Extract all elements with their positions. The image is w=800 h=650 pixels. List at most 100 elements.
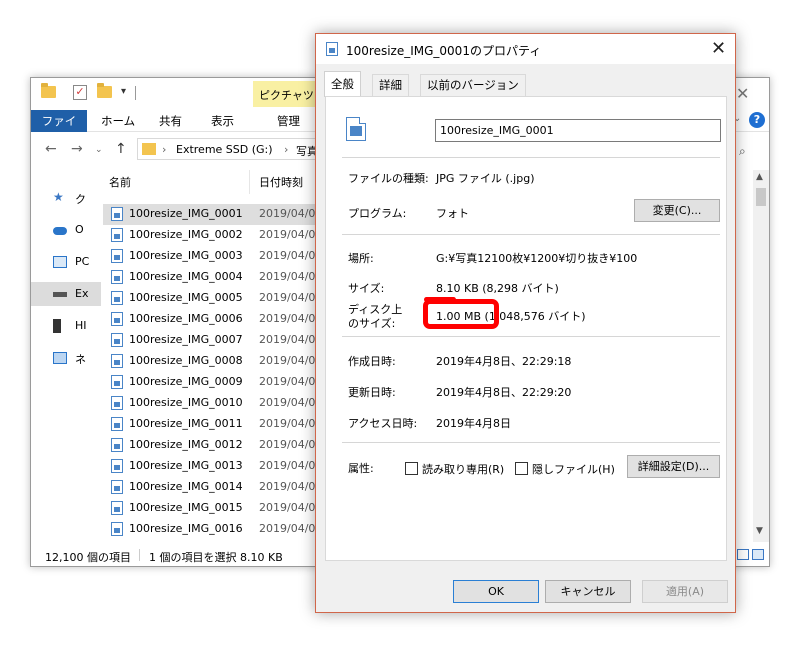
picture-tools-context-tab: ピクチャツー [253, 81, 325, 107]
column-divider[interactable] [249, 170, 250, 194]
annotation-box [423, 299, 499, 329]
explorer-close-icon[interactable]: ✕ [736, 84, 749, 103]
advanced-button[interactable]: 詳細設定(D)... [627, 455, 720, 478]
file-row[interactable]: 100resize_IMG_0012 2019/04/08 [103, 435, 319, 456]
tab-previous-versions[interactable]: 以前のバージョン [420, 74, 526, 96]
cancel-button[interactable]: キャンセル [545, 580, 631, 603]
cloud-icon [53, 227, 67, 235]
file-date: 2019/04/08 [259, 375, 319, 388]
file-row[interactable]: 100resize_IMG_0002 2019/04/08 [103, 225, 319, 246]
file-row[interactable]: 100resize_IMG_0006 2019/04/08 [103, 309, 319, 330]
back-arrow-icon[interactable]: ← [45, 141, 57, 157]
apply-button[interactable]: 適用(A) [642, 580, 728, 603]
forward-arrow-icon[interactable]: → [71, 141, 83, 157]
general-tab-panel: ファイルの種類: JPG ファイル (.jpg) プログラム: フォト 変更(C… [325, 96, 727, 561]
file-date: 2019/04/08 [259, 270, 319, 283]
file-row[interactable]: 100resize_IMG_0009 2019/04/08 [103, 372, 319, 393]
file-row[interactable]: 100resize_IMG_0011 2019/04/08 [103, 414, 319, 435]
image-file-icon [111, 228, 123, 242]
status-divider [139, 549, 140, 561]
readonly-label[interactable]: 読み取り専用(R) [422, 461, 504, 477]
location-label: 場所: [348, 252, 374, 265]
size-value: 8.10 KB (8,298 バイト) [436, 282, 559, 295]
file-row[interactable]: 100resize_IMG_0005 2019/04/08 [103, 288, 319, 309]
column-name-header[interactable]: 名前 [109, 174, 131, 190]
file-row[interactable]: 100resize_IMG_0003 2019/04/08 [103, 246, 319, 267]
tab-share[interactable]: 共有 [151, 110, 190, 132]
ok-button[interactable]: OK [453, 580, 539, 603]
image-file-icon [111, 480, 123, 494]
help-icon[interactable]: ? [749, 112, 765, 128]
tab-home[interactable]: ホーム [93, 110, 143, 132]
search-icon[interactable]: ⌕ [739, 144, 746, 159]
scroll-down-icon[interactable]: ▼ [756, 526, 763, 536]
vertical-scrollbar[interactable]: ▲ ▼ [753, 170, 769, 542]
file-row[interactable]: 100resize_IMG_0001 2019/04/08 [103, 204, 319, 225]
tab-manage[interactable]: 管理 [269, 110, 308, 132]
details-view-icon[interactable] [737, 549, 749, 560]
large-icons-view-icon[interactable] [752, 549, 764, 560]
properties-check-icon[interactable]: ✓ [73, 85, 87, 100]
tab-view[interactable]: 表示 [203, 110, 242, 132]
breadcrumb-drive[interactable]: Extreme SSD (G:) [176, 143, 273, 156]
file-row[interactable]: 100resize_IMG_0004 2019/04/08 [103, 267, 319, 288]
scroll-thumb[interactable] [756, 188, 766, 206]
nav-hd[interactable]: HI [53, 316, 101, 338]
image-file-icon [111, 354, 123, 368]
file-name-field[interactable] [435, 119, 721, 142]
file-row[interactable]: 100resize_IMG_0014 2019/04/08 [103, 477, 319, 498]
column-date-header[interactable]: 日付時刻 [259, 174, 303, 190]
scroll-up-icon[interactable]: ▲ [756, 172, 763, 182]
file-date: 2019/04/08 [259, 249, 319, 262]
new-folder-icon[interactable] [97, 83, 112, 98]
address-box[interactable]: › Extreme SSD (G:) › 写真1 [137, 138, 325, 160]
nav-label: HI [75, 319, 87, 332]
file-name: 100resize_IMG_0014 [129, 480, 243, 493]
nav-this-pc[interactable]: PC [53, 252, 101, 274]
nav-network[interactable]: ネ [53, 348, 101, 370]
nav-extreme-ssd[interactable]: Ex [31, 282, 101, 306]
tab-file[interactable]: ファイル [31, 110, 87, 150]
nav-quick-access[interactable]: ★ ク [53, 188, 101, 210]
file-row[interactable]: 100resize_IMG_0010 2019/04/08 [103, 393, 319, 414]
nav-onedrive[interactable]: O [53, 220, 101, 242]
hidden-label[interactable]: 隠しファイル(H) [532, 461, 615, 477]
file-row[interactable]: 100resize_IMG_0016 2019/04/08 [103, 519, 319, 540]
dialog-titlebar: 100resize_IMG_0001のプロパティ ✕ [316, 34, 735, 64]
file-row[interactable]: 100resize_IMG_0008 2019/04/08 [103, 351, 319, 372]
folder-icon[interactable] [41, 83, 56, 98]
monitor-icon [53, 256, 67, 268]
file-name: 100resize_IMG_0015 [129, 501, 243, 514]
recent-locations-icon[interactable]: ⌄ [95, 145, 103, 155]
close-icon[interactable]: ✕ [711, 38, 726, 59]
drive-icon [53, 292, 67, 297]
image-file-icon [111, 333, 123, 347]
customize-qat-icon[interactable]: ▾ [121, 86, 126, 97]
image-file-icon [111, 270, 123, 284]
up-arrow-icon[interactable]: ↑ [115, 141, 127, 157]
file-name: 100resize_IMG_0010 [129, 396, 243, 409]
breadcrumb-chevron-icon: › [284, 143, 289, 156]
attributes-label: 属性: [348, 462, 374, 475]
file-date: 2019/04/08 [259, 438, 319, 451]
nav-label: ク [75, 193, 86, 206]
folder-icon [142, 143, 156, 155]
image-file-icon [111, 522, 123, 536]
file-row[interactable]: 100resize_IMG_0013 2019/04/08 [103, 456, 319, 477]
file-name: 100resize_IMG_0002 [129, 228, 243, 241]
file-row[interactable]: 100resize_IMG_0015 2019/04/08 [103, 498, 319, 519]
qat-divider [135, 86, 136, 100]
location-value: G:¥写真12100枚¥1200¥切り抜き¥100 [436, 252, 638, 265]
file-name: 100resize_IMG_0008 [129, 354, 243, 367]
item-count: 12,100 個の項目 [45, 551, 131, 564]
image-file-icon [111, 459, 123, 473]
readonly-checkbox[interactable] [405, 462, 418, 475]
nav-label: ネ [75, 353, 86, 366]
file-name: 100resize_IMG_0009 [129, 375, 243, 388]
tab-details[interactable]: 詳細 [372, 74, 409, 96]
change-program-button[interactable]: 変更(C)... [634, 199, 720, 222]
file-row[interactable]: 100resize_IMG_0007 2019/04/08 [103, 330, 319, 351]
tab-general[interactable]: 全般 [324, 71, 361, 97]
hidden-checkbox[interactable] [515, 462, 528, 475]
image-file-icon [111, 375, 123, 389]
